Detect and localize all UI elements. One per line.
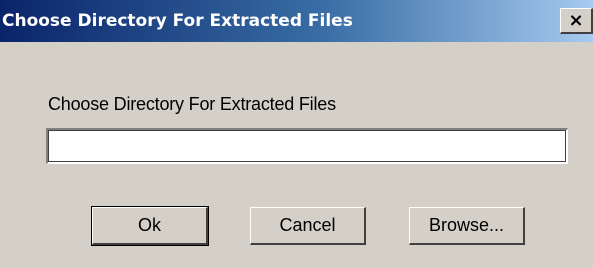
close-icon: ×: [568, 9, 584, 31]
close-button[interactable]: ×: [560, 8, 593, 34]
ok-button[interactable]: Ok: [91, 206, 209, 246]
choose-directory-dialog: Choose Directory For Extracted Files × C…: [0, 0, 593, 268]
dialog-title: Choose Directory For Extracted Files: [2, 11, 353, 31]
browse-button[interactable]: Browse...: [409, 207, 525, 245]
cancel-button[interactable]: Cancel: [250, 207, 366, 245]
title-bar[interactable]: Choose Directory For Extracted Files ×: [0, 0, 593, 42]
directory-input[interactable]: [46, 128, 568, 164]
directory-prompt-label: Choose Directory For Extracted Files: [48, 94, 336, 114]
